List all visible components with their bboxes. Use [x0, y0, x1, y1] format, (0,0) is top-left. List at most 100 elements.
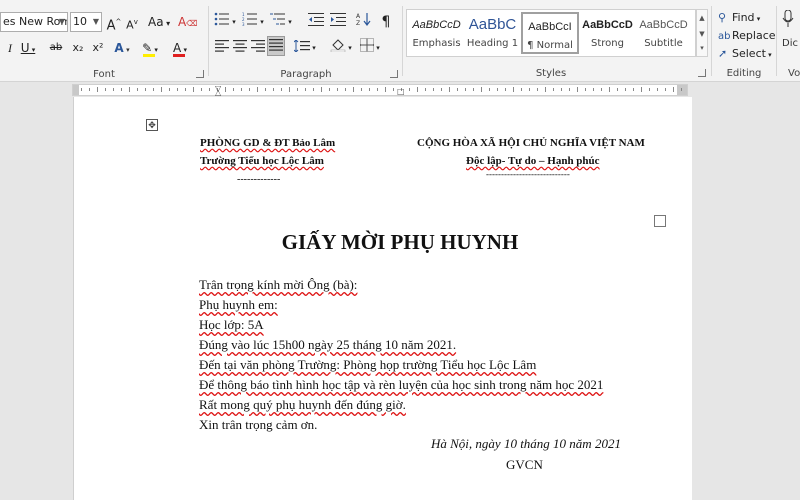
underline-button[interactable]: U ▾	[20, 38, 36, 58]
document-page[interactable]: ✥ PHÒNG GD & ĐT Bảo Lâm Trường Tiểu học …	[73, 97, 693, 500]
italic-button[interactable]: I	[2, 38, 18, 58]
place-date: Hà Nội, ngày 10 tháng 10 năm 2021	[431, 436, 621, 451]
font-size-combo[interactable]: 10 ▼	[70, 12, 102, 32]
ruler-tick	[497, 88, 498, 91]
voice-group-label: Vo	[788, 68, 800, 79]
grow-font-button[interactable]: A^	[106, 12, 122, 34]
microphone-icon[interactable]	[782, 9, 800, 30]
body-line-text: Học lớp: 5A	[199, 317, 264, 332]
ruler-tick	[153, 88, 154, 91]
ruler-tick	[545, 87, 546, 92]
replace-icon: ab	[718, 31, 731, 42]
ruler-tick	[569, 88, 570, 91]
paragraph-dialog-launcher-icon[interactable]	[390, 70, 398, 78]
ruler-tick	[97, 87, 98, 92]
ruler-tick	[433, 88, 434, 91]
style-preview: AaBbC	[468, 16, 517, 33]
align-center-button[interactable]	[232, 38, 248, 58]
line-spacing-button[interactable]: ▾	[293, 38, 316, 58]
style-preview: AaBbCcI	[528, 21, 572, 33]
right-indent-marker[interactable]: □	[397, 87, 405, 96]
justify-button[interactable]	[267, 36, 285, 56]
show-formatting-button[interactable]: ¶	[378, 12, 394, 32]
multilevel-list-button[interactable]: ▾	[270, 12, 292, 32]
ruler-tick	[145, 88, 146, 91]
style-name: ¶ Normal	[527, 40, 573, 51]
horizontal-ruler[interactable]: ▽ △ □	[72, 84, 688, 97]
style-normal[interactable]: AaBbCcI ¶ Normal	[521, 12, 579, 54]
workspace-background	[692, 97, 800, 500]
signer-title: GVCN	[506, 457, 543, 472]
ruler-margin-right	[677, 85, 687, 95]
table-resize-handle-icon[interactable]	[654, 215, 666, 227]
more-styles-icon[interactable]: ▾	[697, 42, 707, 54]
style-preview: AaBbCcD	[412, 19, 461, 31]
borders-icon	[360, 38, 374, 52]
decrease-indent-button[interactable]	[308, 12, 324, 32]
ruler-tick	[201, 88, 202, 91]
style-name: Emphasis	[412, 38, 461, 49]
style-strong[interactable]: AaBbCcD Strong	[580, 12, 635, 54]
change-case-button[interactable]: Aa ▾	[148, 12, 170, 32]
body-line-text: Rất mong quý phụ huynh đến đúng giờ.	[199, 397, 406, 412]
increase-indent-button[interactable]	[330, 12, 346, 32]
sort-button[interactable]: AZ	[356, 12, 372, 32]
style-emphasis[interactable]: AaBbCcD Emphasis	[409, 12, 464, 54]
clear-formatting-button[interactable]: A⌫	[178, 12, 198, 32]
paragraph-group-label: Paragraph	[280, 69, 332, 80]
highlight-button[interactable]: ✎ ▾	[142, 38, 158, 58]
chevron-down-icon[interactable]: ▼	[697, 26, 707, 42]
text-effects-button[interactable]: A ▾	[114, 38, 130, 58]
strikethrough-button[interactable]: ab	[48, 38, 64, 58]
numbering-button[interactable]: 123 ▾	[242, 12, 264, 32]
grow-font-icon: A	[106, 18, 116, 34]
header-department: PHÒNG GD & ĐT Bảo Lâm	[200, 137, 335, 149]
justify-icon	[269, 39, 283, 51]
align-left-icon	[215, 40, 229, 52]
ruler-tick	[577, 87, 578, 92]
borders-button[interactable]: ▾	[360, 38, 380, 58]
chevron-up-icon[interactable]: ▲	[697, 10, 707, 26]
ruler-tick	[225, 87, 226, 92]
styles-scroll[interactable]: ▲ ▼ ▾	[696, 9, 708, 57]
find-button[interactable]: ⚲ Find ▾	[718, 10, 760, 26]
style-heading-1[interactable]: AaBbC Heading 1	[465, 12, 520, 54]
chevron-down-icon: ▼	[58, 17, 65, 26]
bullets-button[interactable]: ▾	[214, 12, 236, 32]
subscript-button[interactable]: x₂	[70, 38, 86, 58]
table-move-handle-icon[interactable]: ✥	[146, 119, 158, 131]
superscript-icon: x²	[92, 41, 104, 54]
ruler-tick	[297, 88, 298, 91]
style-subtitle[interactable]: AaBbCcD Subtitle	[636, 12, 691, 54]
ruler-tick	[193, 87, 194, 92]
superscript-button[interactable]: x²	[90, 38, 106, 58]
ruler-tick	[601, 88, 602, 91]
shrink-font-button[interactable]: Av	[124, 12, 140, 32]
style-name: Subtitle	[644, 38, 683, 49]
body-line: Để thông báo tình hình học tập và rèn lu…	[199, 377, 603, 393]
body-line: Trân trọng kính mời Ông (bà):	[199, 277, 357, 293]
hanging-indent-marker[interactable]: △	[215, 88, 221, 97]
font-color-button[interactable]: A ▾	[172, 38, 188, 58]
ruler-tick	[81, 88, 82, 91]
align-right-icon	[251, 40, 265, 52]
ruler-tick	[553, 88, 554, 91]
dictate-label[interactable]: Dic	[782, 38, 798, 49]
body-line-text: Trân trọng kính mời Ông (bà):	[199, 277, 358, 292]
body-line-text: Phụ huynh em:	[199, 297, 278, 312]
font-name-combo[interactable]: es New Roma ▼	[0, 12, 68, 32]
align-left-button[interactable]	[214, 38, 230, 58]
styles-dialog-launcher-icon[interactable]	[698, 69, 706, 77]
ruler-tick	[369, 88, 370, 91]
body-line: Đúng vào lúc 15h00 ngày 25 tháng 10 năm …	[199, 337, 456, 353]
svg-text:A: A	[356, 13, 361, 20]
select-button[interactable]: ➚ Select ▾	[718, 46, 772, 62]
replace-button[interactable]: ab Replace	[718, 28, 776, 44]
align-right-button[interactable]	[250, 38, 266, 58]
body-line-text: Đúng vào lúc 15h00 ngày 25 tháng 10 năm …	[199, 337, 457, 352]
shading-button[interactable]: ▾	[330, 38, 352, 58]
font-dialog-launcher-icon[interactable]	[196, 70, 204, 78]
ruler-tick	[281, 88, 282, 91]
shrink-font-icon: A	[126, 18, 134, 32]
replace-label: Replace	[732, 29, 776, 42]
